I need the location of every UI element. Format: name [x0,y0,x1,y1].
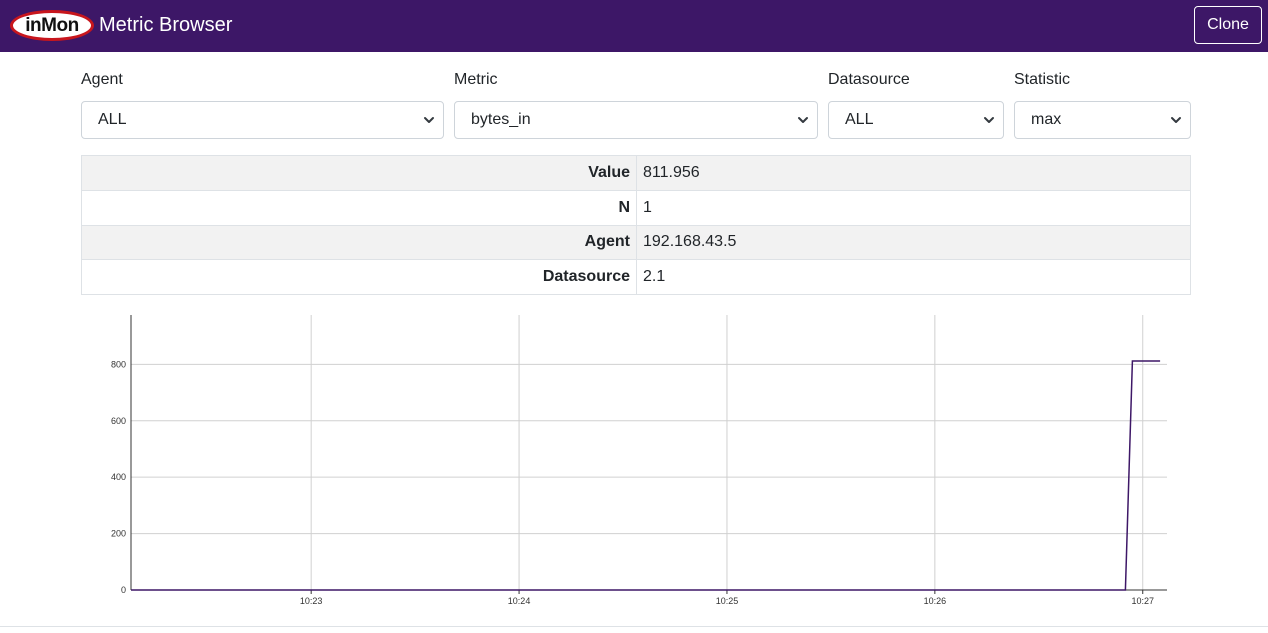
y-tick-label: 600 [111,416,126,426]
table-row: Value 811.956 [81,155,1191,191]
row-value: 1 [636,189,1191,226]
row-key: Datasource [81,259,637,295]
x-tick-label: 10:27 [1131,596,1154,606]
x-tick-label: 10:25 [716,596,739,606]
metric-info-table: Value 811.956 N 1 Agent 192.168.43.5 Dat… [81,155,1191,295]
chevron-down-icon [798,117,808,123]
agent-select[interactable]: ALL [81,101,444,139]
x-tick-label: 10:23 [300,596,323,606]
row-key: N [81,189,637,226]
statistic-select-value: max [1031,111,1062,128]
navbar: inMon Metric Browser Clone [0,0,1268,52]
datasource-select-value: ALL [845,111,874,128]
agent-label: Agent [81,71,123,88]
metric-label: Metric [454,71,498,88]
inmon-logo: inMon [10,10,94,41]
statistic-select[interactable]: max [1014,101,1191,139]
y-tick-label: 0 [121,585,126,595]
row-key: Value [81,155,637,191]
table-row: N 1 [81,189,1191,226]
x-tick-label: 10:24 [508,596,531,606]
y-tick-label: 800 [111,359,126,369]
metric-select[interactable]: bytes_in [454,101,818,139]
metric-select-value: bytes_in [471,111,531,128]
y-tick-label: 200 [111,529,126,539]
divider [0,626,1268,627]
clone-button[interactable]: Clone [1194,6,1262,44]
row-key: Agent [81,224,637,261]
brand[interactable]: inMon Metric Browser [10,10,232,41]
row-value: 2.1 [636,259,1191,295]
table-row: Datasource 2.1 [81,259,1191,295]
app-title: Metric Browser [99,14,233,36]
row-value: 811.956 [636,155,1191,191]
y-tick-label: 400 [111,472,126,482]
chevron-down-icon [424,117,434,123]
agent-select-value: ALL [98,111,127,128]
x-tick-label: 10:26 [924,596,947,606]
chevron-down-icon [1171,117,1181,123]
statistic-label: Statistic [1014,71,1071,88]
table-row: Agent 192.168.43.5 [81,224,1191,261]
datasource-select[interactable]: ALL [828,101,1004,139]
datasource-label: Datasource [828,71,910,88]
chevron-down-icon [984,117,994,123]
row-value: 192.168.43.5 [636,224,1191,261]
metric-chart: 0 200 400 600 800 10:23 10:24 10:25 10:26 10:27 [111,315,1167,606]
series-line [131,360,1161,591]
logo-text: inMon [25,14,79,36]
